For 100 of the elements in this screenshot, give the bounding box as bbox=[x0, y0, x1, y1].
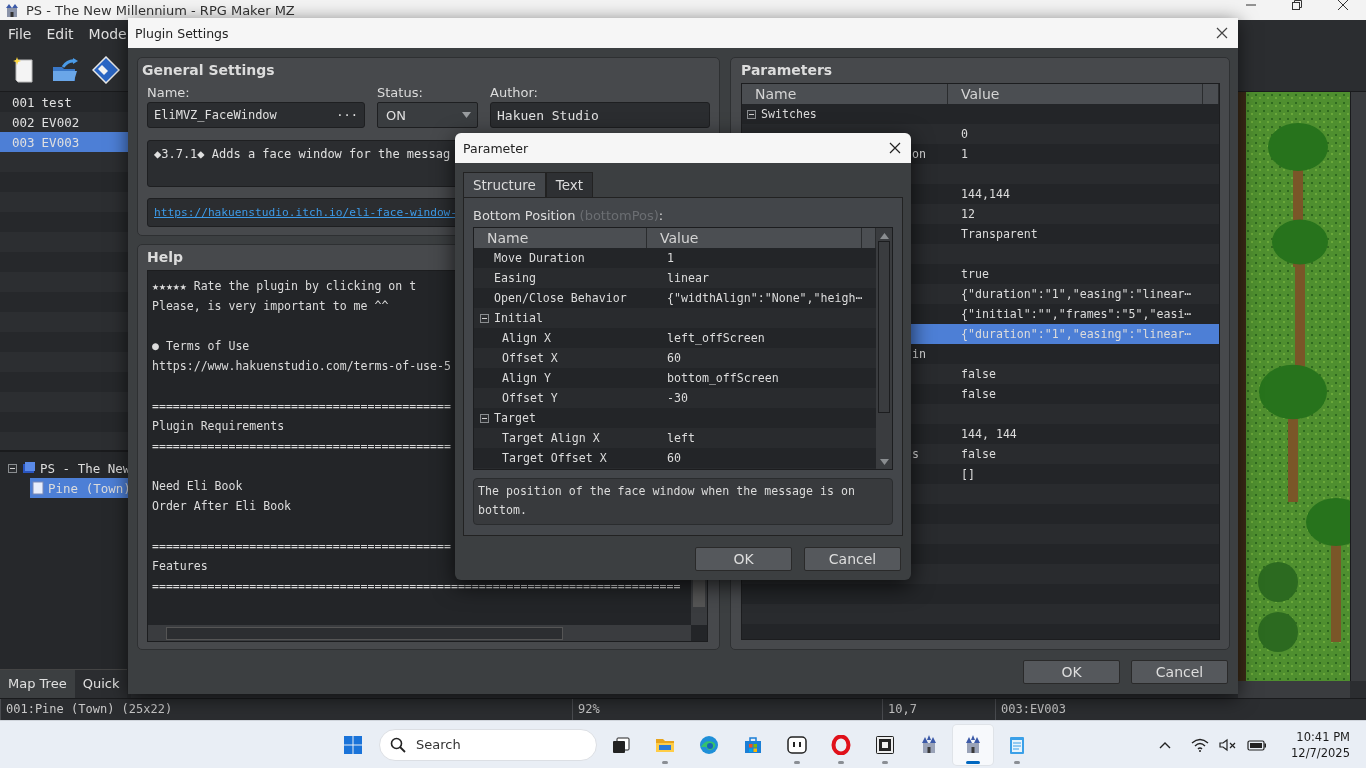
menu-item[interactable]: Mode bbox=[80, 26, 127, 42]
help-line: Please, is very important to me ^^ bbox=[152, 298, 389, 315]
tree-label: on bbox=[912, 146, 926, 163]
tree-row[interactable]: Move Duration 1 bbox=[474, 248, 876, 268]
tree-label: Target Offset X bbox=[502, 450, 607, 467]
tree-value: {"initial":"","frames":"5","easi⋯ bbox=[961, 306, 1192, 323]
scrollbar[interactable] bbox=[876, 228, 892, 469]
tree-label: Target Align X bbox=[502, 430, 600, 447]
folder-icon[interactable] bbox=[51, 56, 79, 83]
shopping-bag-icon bbox=[743, 734, 763, 755]
up-arrow-icon[interactable] bbox=[879, 233, 889, 239]
tree-value: false bbox=[961, 446, 996, 463]
help-line: ============================================================================ bbox=[152, 578, 681, 595]
page-icon bbox=[32, 481, 44, 495]
tree-value: 60 bbox=[667, 450, 681, 467]
field-label: Name: bbox=[147, 85, 191, 102]
castle-icon bbox=[919, 734, 939, 755]
tree-value: {"duration":"1","easing":"linear⋯ bbox=[961, 326, 1192, 343]
tree-row[interactable]: Open/Close Behavior {"widthAlign":"None","heigh⋯ bbox=[474, 288, 876, 308]
help-line: ● Terms of Use bbox=[152, 338, 250, 355]
battery-icon[interactable] bbox=[1247, 738, 1268, 751]
scrollbar[interactable] bbox=[1350, 92, 1366, 681]
menu-item[interactable]: Edit bbox=[38, 26, 74, 42]
dialog-button[interactable]: OK bbox=[1023, 660, 1120, 684]
speaker-muted-icon[interactable] bbox=[1219, 737, 1238, 752]
dialog-button[interactable]: Cancel bbox=[804, 547, 901, 571]
tree-value: [] bbox=[961, 466, 975, 483]
tab[interactable]: Structure bbox=[463, 172, 546, 197]
dialog-button[interactable]: Cancel bbox=[1131, 660, 1228, 684]
clock[interactable]: 10:41 PM 12/7/2025 bbox=[1291, 728, 1350, 761]
search-field[interactable]: Search bbox=[379, 728, 597, 761]
chevron-up-icon[interactable] bbox=[1159, 740, 1172, 749]
help-line: Order After Eli Book bbox=[152, 498, 292, 515]
tab[interactable]: Map Tree bbox=[0, 669, 75, 698]
field-label: Status: bbox=[377, 85, 424, 102]
tree-row[interactable]: Target bbox=[474, 408, 876, 428]
tree-row[interactable]: Easing linear bbox=[474, 268, 876, 288]
tab[interactable]: Text bbox=[545, 172, 594, 197]
tree-row[interactable]: Align Y bottom_offScreen bbox=[474, 368, 876, 388]
tree-label: in bbox=[912, 346, 926, 363]
tree-value: 12 bbox=[961, 206, 975, 223]
name-field[interactable]: EliMVZ_FaceWindow ··· bbox=[147, 102, 365, 128]
dialog-button[interactable]: OK bbox=[695, 547, 792, 571]
link[interactable]: https://hakuenstudio.itch.io/eli-face-window- bbox=[154, 206, 458, 219]
tree-row[interactable]: Target Align X left bbox=[474, 428, 876, 448]
search-icon bbox=[390, 736, 406, 753]
field-label: Author: bbox=[490, 85, 539, 102]
author-field[interactable]: Hakuen Studio bbox=[490, 102, 710, 128]
event-item[interactable]: 001 test bbox=[0, 92, 131, 112]
minus-box-icon[interactable] bbox=[480, 313, 489, 323]
tree-value: 60 bbox=[667, 350, 681, 367]
running-indicator bbox=[966, 760, 980, 764]
close-icon[interactable] bbox=[1216, 27, 1228, 39]
wifi-icon[interactable] bbox=[1191, 737, 1210, 752]
tree-value: left bbox=[667, 430, 695, 447]
running-indicator bbox=[882, 760, 888, 764]
group-heading: Help bbox=[147, 248, 184, 267]
down-arrow-icon[interactable] bbox=[879, 459, 889, 465]
minus-box-icon[interactable] bbox=[747, 109, 756, 119]
tree-label: Offset X bbox=[502, 350, 558, 367]
running-indicator bbox=[662, 760, 668, 764]
help-line: =========================================== bbox=[152, 538, 451, 555]
tree-value: {"widthAlign":"None","heigh⋯ bbox=[667, 290, 863, 307]
tree-value: linear bbox=[667, 270, 709, 287]
task-view-icon bbox=[611, 734, 631, 755]
start-icon bbox=[343, 734, 363, 755]
status-dropdown[interactable]: ON bbox=[377, 102, 478, 128]
scrollbar[interactable] bbox=[148, 625, 691, 641]
event-item[interactable]: 002 EV002 bbox=[0, 112, 131, 132]
help-line: https://www.hakuenstudio.com/terms-of-use-5 bbox=[152, 358, 451, 375]
minus-box-icon[interactable] bbox=[8, 463, 17, 473]
castle-icon bbox=[4, 2, 20, 18]
tree-value: Transparent bbox=[961, 226, 1038, 243]
running-indicator bbox=[838, 760, 844, 764]
running-indicator bbox=[1014, 760, 1020, 764]
ring-icon bbox=[831, 734, 851, 755]
tree-label: s bbox=[912, 446, 919, 463]
running-indicator bbox=[794, 760, 800, 764]
robot-icon bbox=[787, 734, 807, 755]
tree-value: false bbox=[961, 386, 996, 403]
tree-value: true bbox=[961, 266, 989, 283]
tree-value: -30 bbox=[667, 390, 688, 407]
taskbar-button[interactable] bbox=[953, 724, 993, 765]
window-title: Plugin Settings bbox=[135, 25, 230, 41]
tree-row[interactable]: Offset Y -30 bbox=[474, 388, 876, 408]
scrollbar[interactable] bbox=[1238, 681, 1350, 698]
tree-row[interactable]: Switches bbox=[742, 104, 1219, 124]
help-line: Plugin Requirements bbox=[152, 418, 285, 435]
tab[interactable]: Quick bbox=[74, 669, 128, 698]
tree-row[interactable]: Offset X 60 bbox=[474, 348, 876, 368]
menu-item[interactable]: File bbox=[0, 26, 32, 42]
tree-value: bottom_offScreen bbox=[667, 370, 779, 387]
tree-value: 0 bbox=[961, 126, 968, 143]
minus-box-icon[interactable] bbox=[480, 413, 489, 423]
caret-icon bbox=[462, 112, 471, 118]
tree-row[interactable]: Target Offset X 60 bbox=[474, 448, 876, 468]
group-heading: General Settings bbox=[142, 62, 275, 80]
close-icon[interactable] bbox=[889, 142, 901, 154]
help-line: =========================================== bbox=[152, 438, 451, 455]
tree-label: Align Y bbox=[502, 370, 551, 387]
